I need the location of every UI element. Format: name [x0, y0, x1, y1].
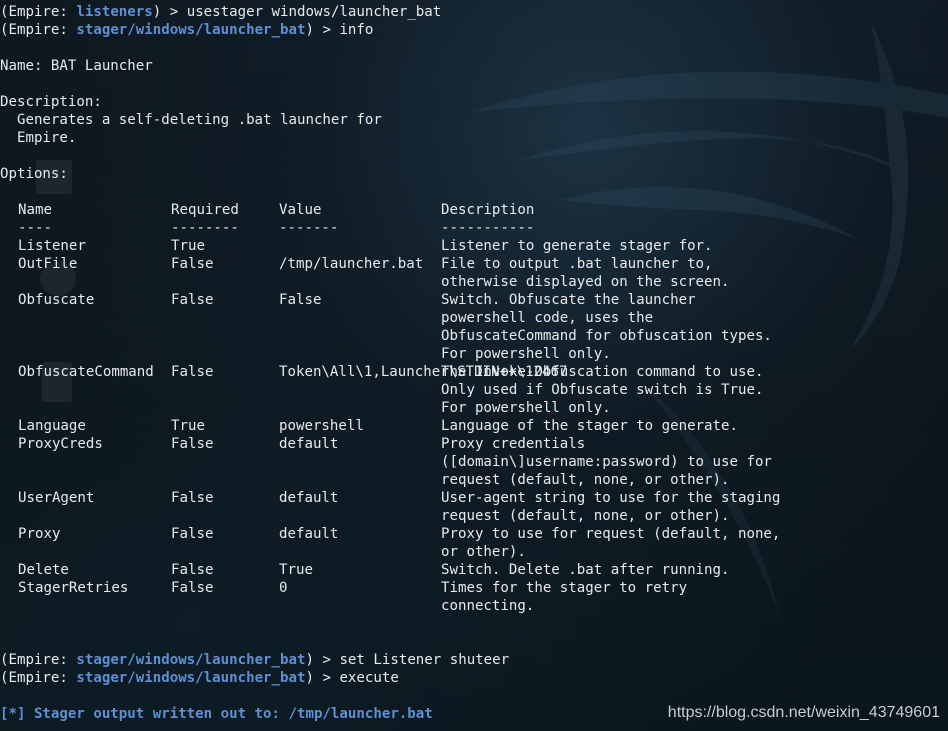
option-value: 0: [279, 580, 288, 596]
prompt-line: (Empire: stager/windows/launcher_bat) > …: [0, 652, 510, 668]
option-row: Proxy False default Proxy to use for reques…: [0, 525, 780, 543]
option-required: False: [171, 490, 214, 506]
option-description: Listener to generate stager for.: [441, 238, 713, 254]
option-row: UserAgent False default User-agent string t…: [0, 489, 780, 507]
option-value: default: [279, 490, 339, 506]
description-line: Generates a self-deleting .bat launcher …: [0, 112, 382, 128]
option-name: ObfuscateCommand: [18, 364, 154, 380]
option-description: Times for the stager to retry: [441, 580, 688, 596]
option-required: True: [171, 418, 205, 434]
option-required: False: [171, 580, 214, 596]
option-required: True: [171, 238, 205, 254]
option-name: Proxy: [18, 526, 61, 542]
option-row-continuation: request (default, none, or other).: [0, 507, 730, 525]
option-description: Switch. Obfuscate the launcher: [441, 292, 696, 308]
option-description: request (default, none, or other).: [441, 508, 730, 524]
option-required: False: [171, 526, 214, 542]
option-description: Proxy to use for request (default, none,: [441, 526, 781, 542]
option-description: ObfuscateCommand for obfuscation types.: [441, 328, 772, 344]
option-value: powershell: [279, 418, 364, 434]
options-heading: Options:: [0, 166, 68, 182]
option-row-continuation: connecting.: [0, 597, 534, 615]
option-row: StagerRetries False 0 Times for the stager …: [0, 579, 687, 597]
option-description: For powershell only.: [441, 346, 611, 362]
option-row: Language True powershell Language of the st…: [0, 417, 738, 435]
option-row-continuation: Only used if Obfuscate switch is True.: [0, 381, 763, 399]
watermark: https://blog.csdn.net/weixin_43749601: [667, 704, 940, 721]
header-name: Name: [18, 202, 52, 218]
option-name: UserAgent: [18, 490, 95, 506]
option-row-continuation: ([domain\]username:password) to use for: [0, 453, 772, 471]
option-description: Only used if Obfuscate switch is True.: [441, 382, 764, 398]
options-table-separator: ---- -------- ------- -----------: [18, 220, 535, 236]
option-value: True: [279, 562, 313, 578]
option-description: otherwise displayed on the screen.: [441, 274, 730, 290]
header-description: Description: [441, 202, 535, 218]
description-line: Empire.: [0, 130, 77, 146]
option-row-continuation: request (default, none, or other).: [0, 471, 730, 489]
option-description: ([domain\]username:password) to use for: [441, 454, 772, 470]
stager-name: Name: BAT Launcher: [0, 58, 153, 74]
prompt-context: stager/windows/launcher_bat: [76, 670, 306, 686]
header-required: Required: [171, 202, 239, 218]
command-text: execute: [339, 670, 399, 686]
option-name: OutFile: [18, 256, 78, 272]
option-value: default: [279, 436, 339, 452]
option-description: File to output .bat launcher to,: [441, 256, 713, 272]
command-text: info: [339, 22, 374, 38]
option-description: powershell code, uses the: [441, 310, 654, 326]
prompt-line: (Empire: stager/windows/launcher_bat) > …: [0, 670, 399, 686]
option-value: False: [279, 292, 322, 308]
option-row-continuation: For powershell only.: [0, 399, 611, 417]
options-table-header: Name Required Value Description: [0, 201, 534, 219]
prompt-context: stager/windows/launcher_bat: [76, 652, 306, 668]
option-description: or other).: [441, 544, 526, 560]
option-required: False: [171, 436, 214, 452]
option-row-continuation: ObfuscateCommand for obfuscation types.: [0, 327, 772, 345]
prompt-line: (Empire: stager/windows/launcher_bat) > …: [0, 22, 374, 38]
option-row: OutFile False/tmp/launcher.bat File to out…: [0, 255, 713, 273]
option-name: StagerRetries: [18, 580, 129, 596]
option-required: False: [171, 364, 214, 380]
options-table-body: Listener True Listener to generate stager …: [0, 237, 780, 615]
prompt-line: (Empire: listeners) > usestager windows/…: [0, 4, 442, 20]
option-row-continuation: For powershell only.: [0, 345, 611, 363]
option-value: /tmp/launcher.bat: [279, 256, 424, 272]
option-row: ObfuscateCommand False Token\All\1,Launche…: [0, 363, 763, 381]
option-name: Listener: [18, 238, 86, 254]
command-text: usestager windows/launcher_bat: [186, 4, 442, 20]
prompt-context: stager/windows/launcher_bat: [76, 22, 306, 38]
option-row: Listener True Listener to generate stager …: [0, 237, 713, 255]
option-required: False: [171, 562, 214, 578]
option-required: False: [171, 256, 214, 272]
option-description: For powershell only.: [441, 400, 611, 416]
option-name: Delete: [18, 562, 69, 578]
option-row-continuation: or other).: [0, 543, 526, 561]
option-description: request (default, none, or other).: [441, 472, 730, 488]
option-row: Obfuscate False False Switch. Obfuscate the…: [0, 291, 696, 309]
command-text: set Listener shuteer: [339, 652, 510, 668]
option-name: Obfuscate: [18, 292, 95, 308]
option-description: User-agent string to use for the staging: [441, 490, 781, 506]
option-row: Delete False True Switch. Delete .bat after…: [0, 561, 730, 579]
option-name: ProxyCreds: [18, 436, 103, 452]
option-value: default: [279, 526, 339, 542]
prompt-context: listeners: [76, 4, 153, 20]
option-row-continuation: otherwise displayed on the screen.: [0, 273, 730, 291]
option-description: connecting.: [441, 598, 535, 614]
option-description: Language of the stager to generate.: [441, 418, 738, 434]
status-output: [*] Stager output written out to: /tmp/l…: [0, 706, 433, 722]
terminal-output: (Empire: listeners) > usestager windows/…: [0, 3, 780, 723]
option-description: Switch. Delete .bat after running.: [441, 562, 730, 578]
option-required: False: [171, 292, 214, 308]
option-name: Language: [18, 418, 86, 434]
header-value: Value: [279, 202, 322, 218]
option-row: ProxyCreds False default Proxy credentials: [0, 435, 585, 453]
option-description: Proxy credentials: [441, 436, 586, 452]
option-description: The Invoke-Obfuscation command to use.: [441, 364, 764, 380]
option-row-continuation: powershell code, uses the: [0, 309, 653, 327]
description-heading: Description:: [0, 94, 102, 110]
